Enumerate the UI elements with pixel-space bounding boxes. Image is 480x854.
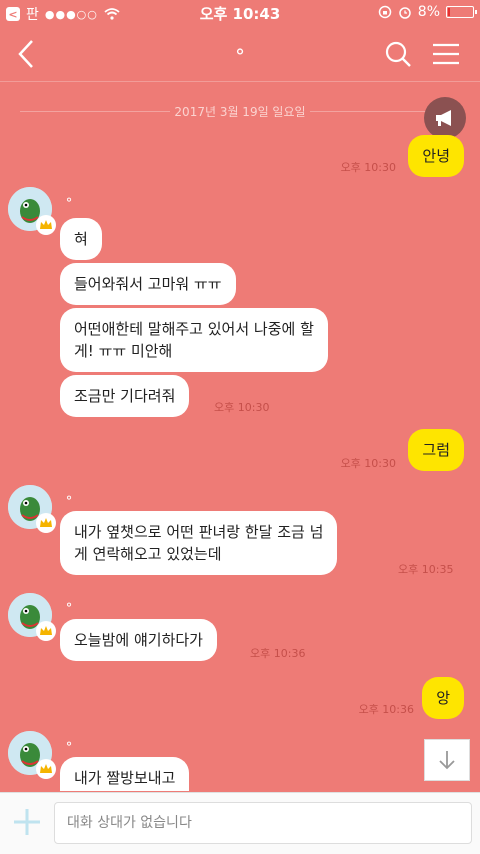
message-time: 오후 10:30 xyxy=(340,161,396,174)
message-time: 오후 10:30 xyxy=(340,457,396,470)
status-bar: < 판 ●●●○○ 오후 10:43 8% xyxy=(0,0,480,26)
message-time: 오후 10:35 xyxy=(398,563,454,576)
chat-header: ⚬ xyxy=(0,26,480,82)
scroll-down-button[interactable] xyxy=(424,739,470,781)
plus-icon[interactable] xyxy=(12,807,42,837)
sender-name: ⚬ xyxy=(64,193,75,207)
sender-name: ⚬ xyxy=(64,491,75,505)
message-bubble-out[interactable]: 앙 xyxy=(422,677,464,719)
message-time: 오후 10:30 xyxy=(214,401,270,414)
chat-area[interactable]: 2017년 3월 19일 일요일 안녕 오후 10:30 ⚬ 혀 들어와줘서 고… xyxy=(0,83,480,791)
sender-name: ⚬ xyxy=(64,737,75,751)
battery-percent: 8% xyxy=(417,4,440,20)
message-time: 오후 10:36 xyxy=(358,703,414,716)
message-line: 어떤애한테 말해주고 있어서 나중에 할 xyxy=(74,320,314,338)
message-line: 게 연락해오고 있었는데 xyxy=(74,545,222,563)
date-divider: 2017년 3월 19일 일요일 xyxy=(0,103,480,120)
input-bar: 대화 상대가 없습니다 xyxy=(0,792,480,854)
message-bubble-out[interactable]: 그럼 xyxy=(408,429,464,471)
alarm-icon xyxy=(399,7,411,19)
avatar[interactable] xyxy=(8,485,56,533)
rotation-lock-icon xyxy=(378,5,392,19)
avatar[interactable] xyxy=(8,187,56,235)
search-icon[interactable] xyxy=(384,40,412,68)
arrow-down-icon xyxy=(439,751,455,770)
message-bubble-out[interactable]: 안녕 xyxy=(408,135,464,177)
crown-icon xyxy=(36,513,56,533)
message-time: 오후 10:36 xyxy=(250,647,306,660)
message-input[interactable]: 대화 상대가 없습니다 xyxy=(54,802,472,844)
message-bubble-in[interactable]: 어떤애한테 말해주고 있어서 나중에 할 게! ㅠㅠ 미안해 xyxy=(60,308,328,372)
message-line: 게! ㅠㅠ 미안해 xyxy=(74,342,173,360)
battery-icon xyxy=(446,6,477,18)
sender-name: ⚬ xyxy=(64,598,75,612)
avatar[interactable] xyxy=(8,593,56,641)
avatar[interactable] xyxy=(8,731,56,779)
notice-button[interactable] xyxy=(424,97,466,139)
message-bubble-in[interactable]: 내가 짤방보내고 xyxy=(60,757,190,791)
message-bubble-in[interactable]: 혀 xyxy=(60,218,102,260)
menu-icon[interactable] xyxy=(432,42,460,66)
crown-icon xyxy=(36,759,56,779)
crown-icon xyxy=(36,621,56,641)
message-line: 내가 옆챗으로 어떤 판녀랑 한달 조금 넘 xyxy=(74,523,324,541)
crown-icon xyxy=(36,215,56,235)
message-bubble-in[interactable]: 오늘밤에 얘기하다가 xyxy=(60,619,217,661)
message-bubble-in[interactable]: 들어와줘서 고마워 ㅠㅠ xyxy=(60,263,236,305)
message-bubble-in[interactable]: 내가 옆챗으로 어떤 판녀랑 한달 조금 넘 게 연락해오고 있었는데 xyxy=(60,511,338,575)
megaphone-icon xyxy=(436,110,451,126)
message-bubble-in[interactable]: 조금만 기다려줘 xyxy=(60,375,190,417)
